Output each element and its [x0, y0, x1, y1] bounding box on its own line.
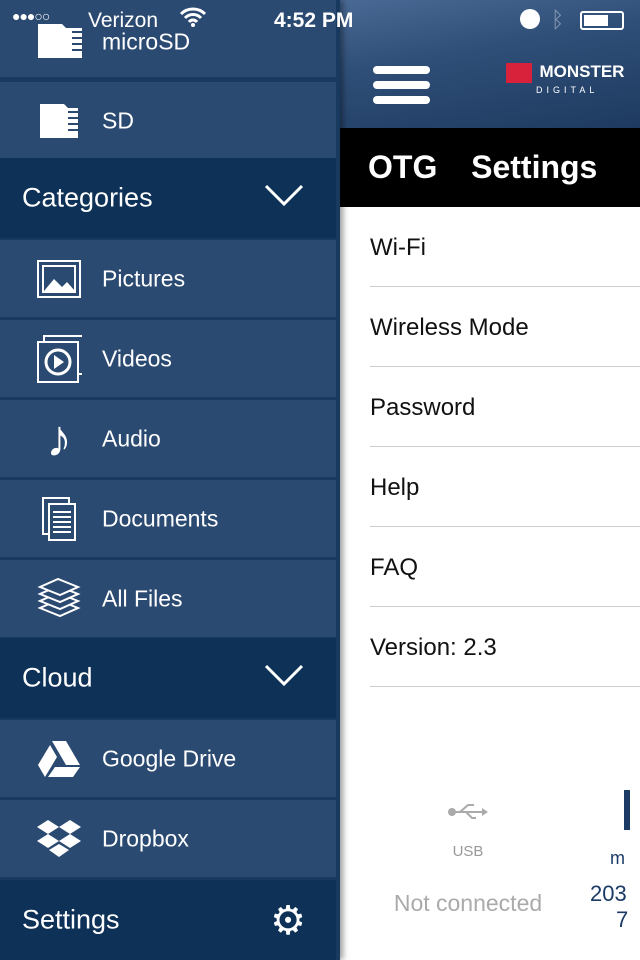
battery-icon — [580, 11, 624, 30]
sd-card-icon — [36, 98, 82, 144]
sidebar-item-label: Dropbox — [102, 825, 189, 851]
sidebar-item-label: Pictures — [102, 265, 186, 291]
chevron-down-icon[interactable] — [264, 664, 304, 688]
sidebar-item-google-drive[interactable]: Google Drive — [0, 720, 336, 797]
section-label: Categories — [22, 182, 153, 213]
settings-row-faq[interactable]: FAQ — [370, 527, 640, 607]
picture-icon — [36, 256, 82, 302]
music-note-icon: ♪ — [46, 409, 72, 468]
settings-row-version: Version: 2.3 — [370, 607, 640, 687]
device-icon — [624, 790, 630, 830]
settings-row-help[interactable]: Help — [370, 447, 640, 527]
settings-row-wifi[interactable]: Wi-Fi — [370, 207, 640, 287]
hamburger-menu-icon[interactable] — [373, 66, 430, 104]
sidebar-item-label: All Files — [102, 585, 183, 611]
sidebar-item-pictures[interactable]: Pictures — [0, 240, 336, 317]
wifi-icon — [179, 6, 207, 34]
section-cloud[interactable]: Cloud — [0, 638, 336, 718]
google-drive-icon — [36, 736, 82, 782]
brand-logo: MONSTER DIGITAL — [506, 62, 634, 95]
files-stack-icon — [36, 576, 82, 622]
document-icon — [36, 496, 82, 542]
page-title: OTG Settings — [340, 128, 640, 207]
dropbox-icon — [36, 816, 82, 862]
sidebar-item-videos[interactable]: Videos — [0, 320, 336, 397]
settings-list: Wi-Fi Wireless Mode Password Help FAQ Ve… — [340, 207, 640, 687]
section-label: Settings — [22, 904, 120, 935]
status-bar: ●●●○○ Verizon 4:52 PM ᛒ — [0, 0, 640, 40]
settings-row-password[interactable]: Password — [370, 367, 640, 447]
bluetooth-icon: ᛒ — [551, 7, 565, 32]
device-capacity: 203 — [590, 881, 627, 906]
sidebar-item-label: Videos — [102, 345, 172, 371]
sidebar-settings[interactable]: Settings ⚙ — [0, 880, 336, 960]
sidebar: microSD SD Categories Pictures Videos ♪ … — [0, 0, 340, 960]
sidebar-item-sd[interactable]: SD — [0, 82, 336, 159]
sidebar-item-label: SD — [102, 107, 134, 133]
carrier: Verizon — [88, 9, 159, 32]
sidebar-item-all-files[interactable]: All Files — [0, 560, 336, 637]
section-categories[interactable]: Categories — [0, 158, 336, 238]
video-icon — [36, 334, 82, 383]
sidebar-item-label: Google Drive — [102, 745, 237, 771]
device-label: m — [610, 848, 625, 868]
sidebar-item-label: Documents — [102, 505, 219, 531]
gear-icon[interactable]: ⚙ — [270, 898, 306, 944]
main-panel: MONSTER DIGITAL OTG Settings Wi-Fi Wirel… — [340, 0, 640, 960]
chevron-down-icon[interactable] — [264, 184, 304, 208]
sidebar-item-audio[interactable]: ♪ Audio — [0, 400, 336, 477]
alarm-icon — [520, 9, 540, 29]
clock: 4:52 PM — [274, 9, 354, 32]
usb-icon — [448, 804, 488, 819]
device-status: m 203 7 — [590, 790, 638, 933]
settings-row-wireless-mode[interactable]: Wireless Mode — [370, 287, 640, 367]
signal-icon: ●●●○○ — [12, 8, 50, 24]
sidebar-item-dropbox[interactable]: Dropbox — [0, 800, 336, 877]
device-free: 7 — [616, 907, 629, 932]
usb-label: USB — [452, 843, 484, 860]
usb-status: USB Not connected — [370, 800, 566, 917]
usb-connection-status: Not connected — [393, 890, 543, 916]
sidebar-item-label: Audio — [102, 425, 161, 451]
sidebar-item-documents[interactable]: Documents — [0, 480, 336, 557]
section-label: Cloud — [22, 662, 93, 693]
